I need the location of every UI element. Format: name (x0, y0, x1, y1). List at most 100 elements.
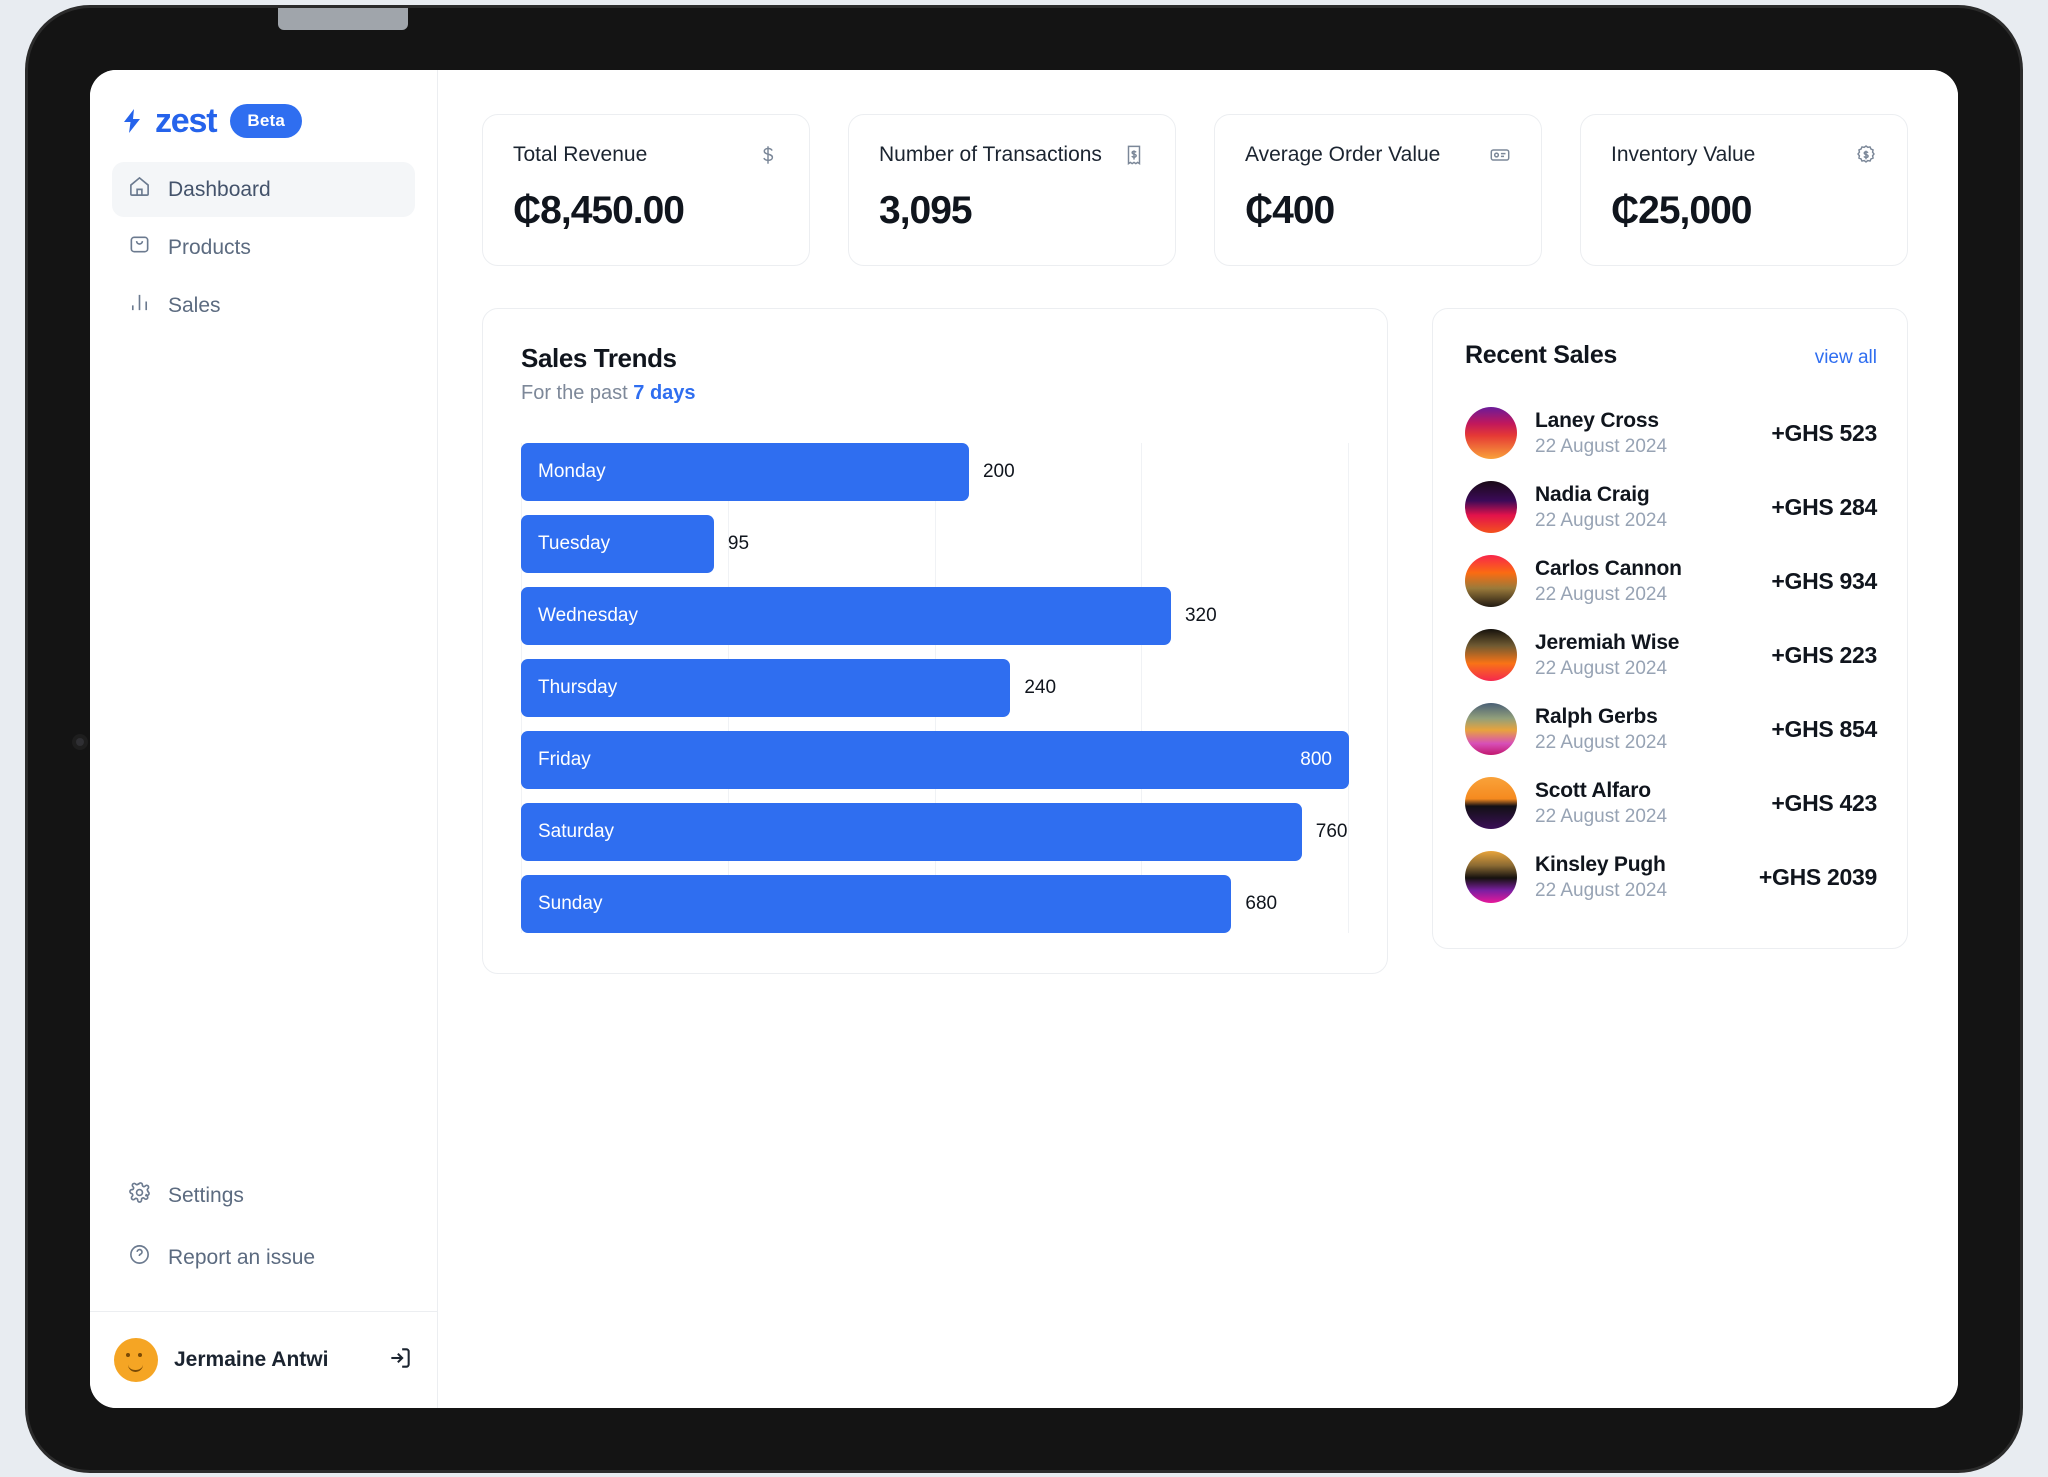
stat-value: ₵25,000 (1611, 189, 1752, 232)
avatar (1465, 481, 1517, 533)
sale-amount: +GHS 934 (1771, 567, 1877, 594)
logout-icon[interactable] (387, 1345, 413, 1376)
sidebar-item-sales[interactable]: Sales (112, 278, 415, 333)
avatar (114, 1338, 158, 1382)
avatar (1465, 555, 1517, 607)
sale-customer-name: Kinsley Pugh (1535, 852, 1666, 876)
chart-plot-area: Monday 200 Tuesday 95 Wednesday 320 Thursday 24… (521, 443, 1349, 933)
chart-bar-row: Thursday 240 (521, 659, 1349, 717)
list-item[interactable]: Laney Cross 22 August 2024 +GHS 523 (1465, 396, 1877, 470)
chart-bar-label: Friday (538, 749, 591, 770)
list-item[interactable]: Scott Alfaro 22 August 2024 +GHS 423 (1465, 766, 1877, 840)
chart-bar[interactable]: Monday (521, 443, 969, 501)
chart-bar-row: Wednesday 320 (521, 587, 1349, 645)
chart-bar-value: 95 (727, 533, 750, 554)
chart-subtitle: For the past 7 days (521, 382, 1349, 405)
stat-value: 3,095 (879, 189, 973, 232)
chart-bar[interactable]: Saturday (521, 803, 1302, 861)
recent-sales-header: Recent Sales view all (1465, 341, 1877, 370)
chart-bars: Monday 200 Tuesday 95 Wednesday 320 Thursday 24… (521, 443, 1349, 933)
avatar (1465, 407, 1517, 459)
recent-sales-title: Recent Sales (1465, 341, 1618, 369)
question-circle-icon (128, 1243, 151, 1272)
user-profile-row[interactable]: Jermaine Antwi (90, 1311, 437, 1408)
stat-card-average-order-value: Average Order Value ₵400 (1214, 114, 1542, 266)
list-item[interactable]: Nadia Craig 22 August 2024 +GHS 284 (1465, 470, 1877, 544)
sale-amount: +GHS 284 (1771, 493, 1877, 520)
sidebar-item-label: Report an issue (168, 1245, 316, 1269)
chart-bar-value: 680 (1245, 893, 1278, 914)
list-item[interactable]: Ralph Gerbs 22 August 2024 +GHS 854 (1465, 692, 1877, 766)
sale-meta: Jeremiah Wise 22 August 2024 (1535, 631, 1753, 680)
sale-customer-name: Ralph Gerbs (1535, 704, 1658, 728)
app-logo[interactable]: zest Beta (90, 70, 437, 160)
sidebar-item-products[interactable]: Products (112, 220, 415, 275)
chart-subtitle-prefix: For the past (521, 382, 634, 404)
app-screen: zest Beta Dashboard Products Sales Setti… (90, 70, 1958, 1408)
view-all-link[interactable]: view all (1815, 347, 1877, 369)
avatar (1465, 851, 1517, 903)
chart-bar-row: Saturday 760 (521, 803, 1349, 861)
recent-sales-list: Laney Cross 22 August 2024 +GHS 523 Nadia C… (1465, 396, 1877, 914)
chart-bar-value: 240 (1024, 677, 1057, 698)
chart-bar-label: Saturday (538, 821, 615, 842)
stat-label: Total Revenue (513, 143, 648, 166)
stat-card-header: Average Order Value (1245, 143, 1511, 167)
sidebar-item-report-issue[interactable]: Report an issue (112, 1230, 415, 1285)
sale-meta: Kinsley Pugh 22 August 2024 (1535, 853, 1741, 902)
tablet-device-frame: zest Beta Dashboard Products Sales Setti… (28, 8, 2020, 1470)
chart-bar-row: Tuesday 95 (521, 515, 1349, 573)
avatar (1465, 703, 1517, 755)
stat-label: Average Order Value (1245, 143, 1441, 166)
chart-subtitle-range[interactable]: 7 days (633, 382, 695, 404)
stat-card-header: Total Revenue (513, 143, 779, 167)
sale-date: 22 August 2024 (1535, 657, 1668, 679)
chart-bar-row: Friday 800 (521, 731, 1349, 789)
stat-card-inventory-value: Inventory Value ₵25,000 (1580, 114, 1908, 266)
sale-amount: +GHS 523 (1771, 419, 1877, 446)
chart-bar[interactable]: Wednesday (521, 587, 1171, 645)
lightning-bolt-icon (124, 109, 141, 133)
chart-bar[interactable]: Tuesday (521, 515, 714, 573)
sale-meta: Ralph Gerbs 22 August 2024 (1535, 705, 1753, 754)
stat-card-number-of-transactions: Number of Transactions 3,095 (848, 114, 1176, 266)
sidebar-item-settings[interactable]: Settings (112, 1168, 415, 1223)
logo-wordmark: zest (155, 102, 218, 140)
sales-trends-card: Sales Trends For the past 7 days Monday 2… (482, 308, 1388, 974)
stat-label: Number of Transactions (879, 143, 1102, 166)
chart-bar[interactable]: Friday 800 (521, 731, 1349, 789)
sale-date: 22 August 2024 (1535, 731, 1668, 753)
chart-bar-row: Sunday 680 (521, 875, 1349, 933)
chart-bar[interactable]: Sunday (521, 875, 1232, 933)
receipt-icon (1123, 144, 1145, 166)
stat-label: Inventory Value (1611, 143, 1756, 166)
stat-value: ₵8,450.00 (513, 189, 685, 232)
sale-meta: Scott Alfaro 22 August 2024 (1535, 779, 1753, 828)
stat-cards: Total Revenue ₵8,450.00 Number of Transa… (482, 114, 1908, 266)
chart-bar-row: Monday 200 (521, 443, 1349, 501)
sale-date: 22 August 2024 (1535, 805, 1668, 827)
list-item[interactable]: Jeremiah Wise 22 August 2024 +GHS 223 (1465, 618, 1877, 692)
sale-date: 22 August 2024 (1535, 879, 1668, 901)
stat-card-header: Number of Transactions (879, 143, 1145, 167)
stat-card-header: Inventory Value (1611, 143, 1877, 167)
sale-amount: +GHS 423 (1771, 789, 1877, 816)
recent-sales-card: Recent Sales view all Laney Cross 22 Augu… (1432, 308, 1908, 949)
sale-customer-name: Carlos Cannon (1535, 556, 1682, 580)
home-icon (128, 175, 151, 204)
list-item[interactable]: Carlos Cannon 22 August 2024 +GHS 934 (1465, 544, 1877, 618)
stat-value: ₵400 (1245, 189, 1335, 232)
stat-card-total-revenue: Total Revenue ₵8,450.00 (482, 114, 810, 266)
bar-chart-icon (128, 291, 151, 320)
device-camera (72, 734, 88, 750)
sale-customer-name: Jeremiah Wise (1535, 630, 1680, 654)
chart-bar-label: Tuesday (538, 533, 611, 554)
sidebar-item-label: Products (168, 235, 251, 259)
list-item[interactable]: Kinsley Pugh 22 August 2024 +GHS 2039 (1465, 840, 1877, 914)
sale-meta: Carlos Cannon 22 August 2024 (1535, 557, 1753, 606)
sale-customer-name: Laney Cross (1535, 408, 1659, 432)
sidebar-item-dashboard[interactable]: Dashboard (112, 162, 415, 217)
sale-meta: Nadia Craig 22 August 2024 (1535, 483, 1753, 532)
chart-bar[interactable]: Thursday (521, 659, 1011, 717)
sidebar-item-label: Dashboard (168, 177, 271, 201)
